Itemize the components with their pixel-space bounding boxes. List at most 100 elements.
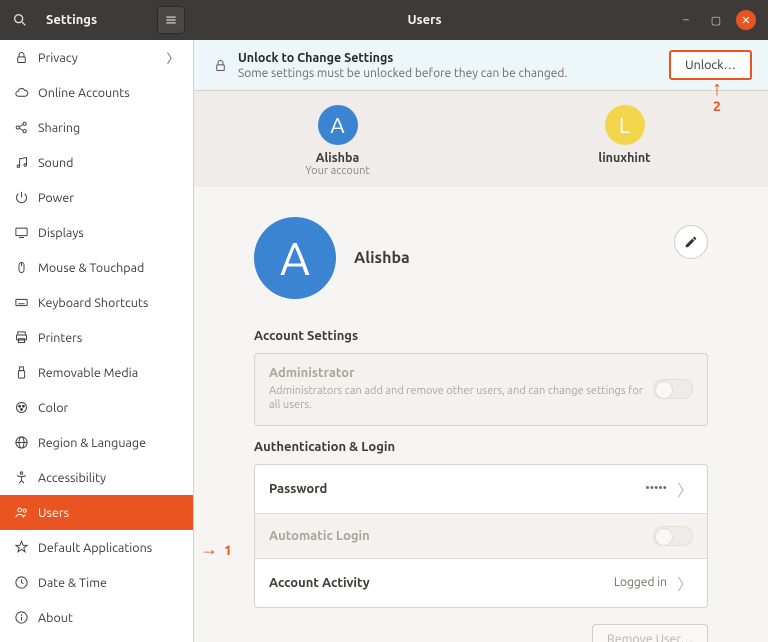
administrator-toggle (653, 379, 693, 399)
password-label: Password (269, 482, 645, 496)
sidebar-item-keyboard-shortcuts[interactable]: Keyboard Shortcuts (0, 285, 193, 320)
lock-icon (210, 58, 230, 73)
sidebar-item-removable-media[interactable]: Removable Media (0, 355, 193, 390)
page-title: Users (185, 13, 664, 27)
window-controls: – ▢ ✕ (664, 10, 768, 30)
auto-login-row: Automatic Login (255, 514, 707, 559)
globe-icon (14, 435, 36, 450)
unlock-sub: Some settings must be unlocked before th… (238, 67, 669, 80)
account-settings-heading: Account Settings (254, 329, 708, 343)
power-icon (14, 190, 36, 205)
music-icon (14, 155, 36, 170)
sidebar-item-label: Power (36, 191, 179, 205)
titlebar: Settings Users – ▢ ✕ (0, 0, 768, 40)
share-icon (14, 120, 36, 135)
user-chip-alishba[interactable]: A Alishba Your account (194, 105, 481, 187)
sidebar-item-label: Region & Language (36, 436, 179, 450)
sidebar-item-printers[interactable]: Printers (0, 320, 193, 355)
sidebar-item-default-applications[interactable]: Default Applications (0, 530, 193, 565)
auto-login-label: Automatic Login (269, 529, 653, 543)
auto-login-toggle (653, 526, 693, 546)
sidebar-item-color[interactable]: Color (0, 390, 193, 425)
sidebar-item-displays[interactable]: Displays (0, 215, 193, 250)
auth-heading: Authentication & Login (254, 440, 708, 454)
sidebar-item-label: Default Applications (36, 541, 179, 555)
sidebar-item-sharing[interactable]: Sharing (0, 110, 193, 145)
users-bar: A Alishba Your accountL linuxhint (194, 91, 768, 187)
user-sub: Your account (194, 165, 481, 177)
administrator-label: Administrator (269, 366, 653, 380)
close-button[interactable]: ✕ (736, 10, 756, 30)
keyboard-icon (14, 295, 36, 310)
user-chip-linuxhint[interactable]: L linuxhint (481, 105, 768, 187)
sidebar-item-label: Printers (36, 331, 179, 345)
user-name: linuxhint (481, 151, 768, 165)
content: A Alishba Account Settings Administrator… (194, 187, 768, 642)
search-button[interactable] (0, 0, 40, 40)
sidebar-item-online-accounts[interactable]: Online Accounts (0, 75, 193, 110)
sidebar-item-label: Mouse & Touchpad (36, 261, 179, 275)
sidebar-item-region-language[interactable]: Region & Language (0, 425, 193, 460)
administrator-desc: Administrators can add and remove other … (269, 384, 653, 413)
profile-avatar[interactable]: A (254, 217, 336, 299)
maximize-button[interactable]: ▢ (706, 10, 726, 30)
remove-user-button: Remove User… (592, 624, 708, 642)
sidebar-item-mouse-touchpad[interactable]: Mouse & Touchpad (0, 250, 193, 285)
sidebar-item-label: Users (36, 506, 179, 520)
activity-row[interactable]: Account Activity Logged in 〉 (255, 559, 707, 607)
mouse-icon (14, 260, 36, 275)
sidebar-item-users[interactable]: Users (0, 495, 193, 530)
chevron-right-icon: 〉 (673, 477, 693, 501)
account-settings-panel: Administrator Administrators can add and… (254, 353, 708, 426)
sidebar-item-label: Accessibility (36, 471, 179, 485)
sidebar-item-label: Keyboard Shortcuts (36, 296, 179, 310)
sidebar-item-power[interactable]: Power (0, 180, 193, 215)
profile-name: Alishba (354, 249, 410, 267)
password-row[interactable]: Password ••••• 〉 (255, 465, 707, 514)
printer-icon (14, 330, 36, 345)
sidebar-item-label: About (36, 611, 179, 625)
display-icon (14, 225, 36, 240)
sidebar-item-label: Privacy (36, 51, 166, 65)
sidebar-item-sound[interactable]: Sound (0, 145, 193, 180)
sidebar-item-date-time[interactable]: Date & Time (0, 565, 193, 600)
sidebar-item-label: Removable Media (36, 366, 179, 380)
sidebar-item-label: Sound (36, 156, 179, 170)
hamburger-button[interactable] (157, 6, 185, 34)
star-icon (14, 540, 36, 555)
sidebar-item-label: Displays (36, 226, 179, 240)
usb-icon (14, 365, 36, 380)
lock-icon (14, 50, 36, 65)
avatar: L (605, 105, 645, 145)
profile-row: A Alishba (254, 217, 708, 299)
sidebar-item-label: Sharing (36, 121, 179, 135)
users-icon (14, 505, 36, 520)
sidebar-item-label: Online Accounts (36, 86, 179, 100)
main-pane: Unlock to Change Settings Some settings … (194, 40, 768, 642)
activity-label: Account Activity (269, 576, 614, 590)
activity-value: Logged in (614, 576, 673, 589)
edit-name-button[interactable] (674, 225, 708, 259)
chevron-right-icon: 〉 (673, 571, 693, 595)
unlock-button[interactable]: Unlock… (669, 50, 752, 80)
avatar: A (318, 105, 358, 145)
unlock-heading: Unlock to Change Settings (238, 51, 669, 65)
info-icon (14, 610, 36, 625)
accessibility-icon (14, 470, 36, 485)
user-name: Alishba (194, 151, 481, 165)
sidebar-item-accessibility[interactable]: Accessibility (0, 460, 193, 495)
sidebar-item-label: Color (36, 401, 179, 415)
sidebar: Privacy 〉 Online Accounts Sharing Sound … (0, 40, 194, 642)
administrator-row: Administrator Administrators can add and… (255, 354, 707, 425)
auth-panel: Password ••••• 〉 Automatic Login Account… (254, 464, 708, 608)
cloud-icon (14, 85, 36, 100)
sidebar-item-privacy[interactable]: Privacy 〉 (0, 40, 193, 75)
sidebar-item-label: Date & Time (36, 576, 179, 590)
minimize-button[interactable]: – (676, 10, 696, 30)
app-title: Settings (40, 13, 109, 27)
password-value: ••••• (645, 482, 673, 495)
sidebar-item-about[interactable]: About (0, 600, 193, 635)
unlock-banner: Unlock to Change Settings Some settings … (194, 40, 768, 91)
chevron-right-icon: 〉 (166, 48, 179, 67)
clock-icon (14, 575, 36, 590)
